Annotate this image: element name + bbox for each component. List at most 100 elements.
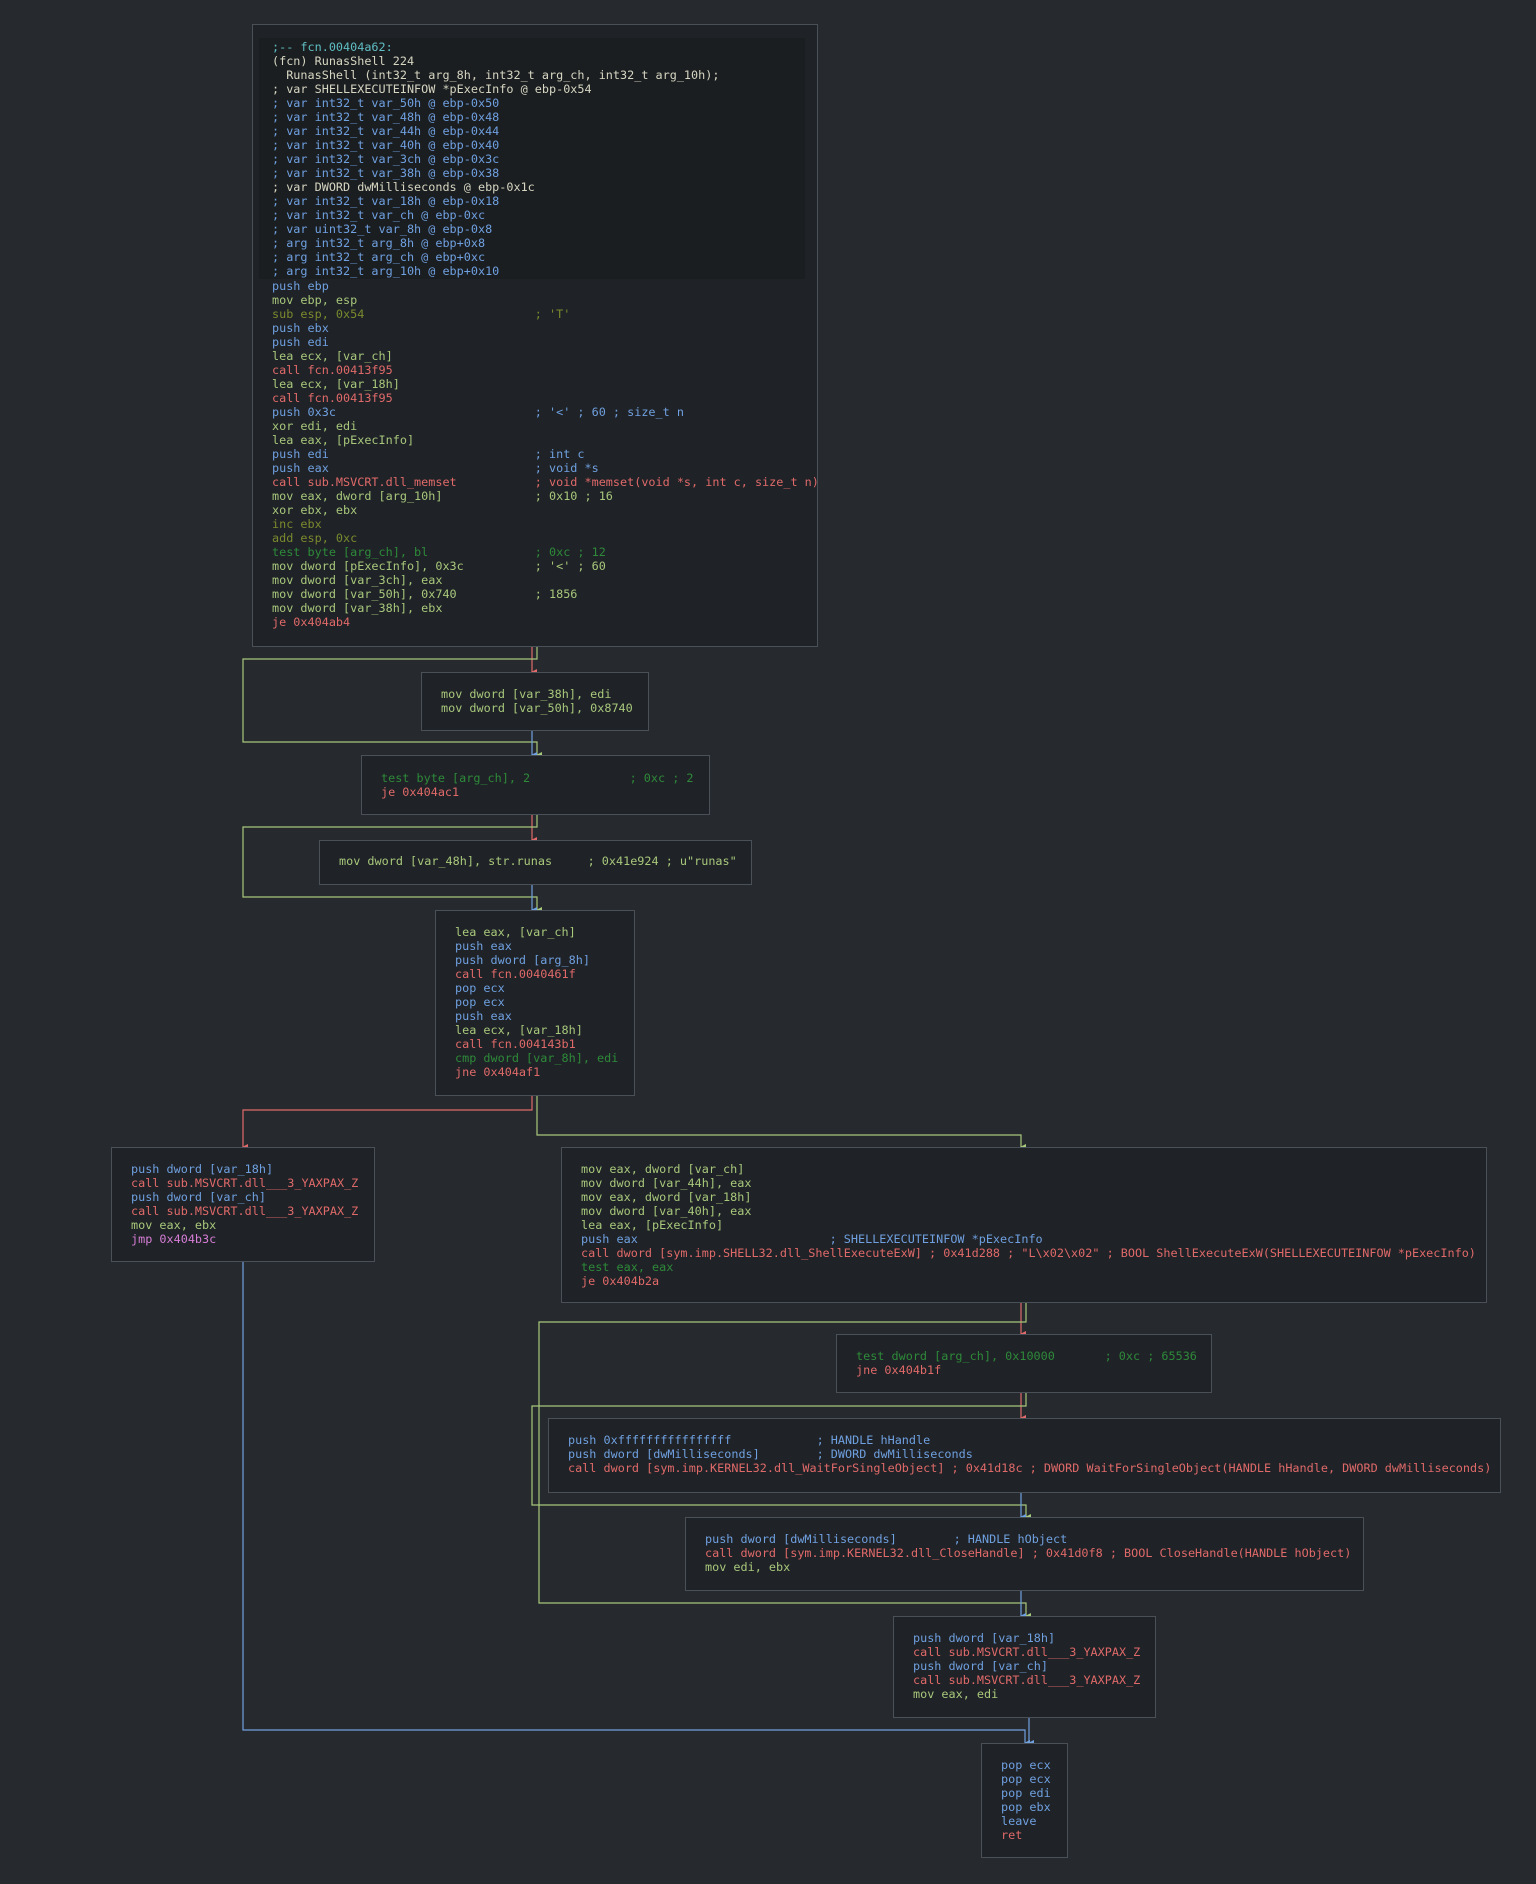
var-decl: ; var int32_t var_ch @ ebp-0xc: [272, 208, 486, 222]
block-test-0x10000[interactable]: test dword [arg_ch], 0x10000 ; 0xc ; 655…: [836, 1334, 1212, 1393]
asm-line[interactable]: push eax: [455, 1009, 634, 1023]
asm-line[interactable]: push dword [dwMilliseconds] ; DWORD dwMi…: [568, 1447, 1500, 1461]
asm-line[interactable]: mov dword [var_40h], eax: [581, 1204, 1486, 1218]
asm-line[interactable]: je 0x404b2a: [581, 1274, 1486, 1288]
asm-line[interactable]: lea eax, [pExecInfo]: [581, 1218, 1486, 1232]
asm-line[interactable]: push ebx: [272, 321, 805, 335]
asm-line[interactable]: lea ecx, [var_ch]: [272, 349, 805, 363]
asm-line[interactable]: push dword [var_18h]: [913, 1631, 1155, 1645]
function-header: ;-- fcn.00404a62: (fcn) RunasShell 224 R…: [259, 38, 805, 279]
asm-line[interactable]: lea ecx, [var_18h]: [272, 377, 805, 391]
asm-line[interactable]: call fcn.004143b1: [455, 1037, 634, 1051]
block-fail-cleanup[interactable]: push dword [var_18h] call sub.MSVCRT.dll…: [111, 1147, 375, 1262]
block-epilogue[interactable]: pop ecx pop ecx pop edi pop ebx leave re…: [981, 1743, 1068, 1858]
arg-decl: ; arg int32_t arg_8h @ ebp+0x8: [272, 236, 486, 250]
var-decl: ; var int32_t var_44h @ ebp-0x44: [272, 124, 500, 138]
asm-line[interactable]: xor edi, edi: [272, 419, 805, 433]
fcn-signature-line: RunasShell (int32_t arg_8h, int32_t arg_…: [272, 68, 720, 82]
asm-line[interactable]: mov dword [var_50h], 0x740 ; 1856: [272, 587, 805, 601]
asm-line[interactable]: test byte [arg_ch], 2 ; 0xc ; 2: [381, 771, 709, 785]
edge-b5-to-fail: [242, 1096, 533, 1150]
asm-line[interactable]: sub esp, 0x54 ; 'T': [272, 307, 805, 321]
asm-line[interactable]: ret: [1001, 1828, 1067, 1842]
asm-line[interactable]: jmp 0x404b3c: [131, 1232, 374, 1246]
block-waitforsingleobject[interactable]: push 0xffffffffffffffff ; HANDLE hHandle…: [548, 1418, 1501, 1493]
var-decl: ; var int32_t var_18h @ ebp-0x18: [272, 194, 500, 208]
asm-line[interactable]: push ebp: [272, 279, 805, 293]
asm-line[interactable]: mov eax, ebx: [131, 1218, 374, 1232]
asm-line[interactable]: call sub.MSVCRT.dll_memset ; void *memse…: [272, 475, 819, 489]
block-str-runas[interactable]: mov dword [var_48h], str.runas ; 0x41e92…: [319, 840, 752, 885]
asm-line[interactable]: pop ecx: [455, 995, 634, 1009]
asm-line[interactable]: call sub.MSVCRT.dll___3_YAXPAX_Z: [131, 1204, 374, 1218]
asm-line[interactable]: mov dword [var_3ch], eax: [272, 573, 805, 587]
asm-line[interactable]: call dword [sym.imp.SHELL32.dll_ShellExe…: [581, 1246, 1486, 1260]
label-line: ;-- fcn.00404a62:: [272, 40, 393, 54]
asm-line[interactable]: leave: [1001, 1814, 1067, 1828]
asm-line[interactable]: call sub.MSVCRT.dll___3_YAXPAX_Z: [913, 1645, 1155, 1659]
asm-line[interactable]: jne 0x404af1: [455, 1065, 634, 1079]
asm-line[interactable]: call sub.MSVCRT.dll___3_YAXPAX_Z: [131, 1176, 374, 1190]
asm-line[interactable]: call sub.MSVCRT.dll___3_YAXPAX_Z: [913, 1673, 1155, 1687]
asm-line[interactable]: jne 0x404b1f: [856, 1363, 1211, 1377]
asm-line[interactable]: test eax, eax: [581, 1260, 1486, 1274]
asm-line[interactable]: cmp dword [var_8h], edi: [455, 1051, 634, 1065]
asm-line[interactable]: push edi: [272, 335, 805, 349]
block-shellexecute[interactable]: mov eax, dword [var_ch] mov dword [var_4…: [561, 1147, 1487, 1303]
asm-line[interactable]: call fcn.00413f95: [272, 391, 805, 405]
var-decl: ; var int32_t var_48h @ ebp-0x48: [272, 110, 500, 124]
asm-line[interactable]: pop ecx: [1001, 1772, 1067, 1786]
asm-line[interactable]: push dword [dwMilliseconds] ; HANDLE hOb…: [705, 1532, 1363, 1546]
asm-line[interactable]: je 0x404ab4: [272, 615, 805, 629]
block-fcn-00404a62[interactable]: ;-- fcn.00404a62: (fcn) RunasShell 224 R…: [252, 24, 819, 647]
asm-line[interactable]: mov dword [var_50h], 0x8740: [441, 701, 648, 715]
asm-line[interactable]: push eax ; void *s: [272, 461, 805, 475]
block-set-var38-var50[interactable]: mov dword [var_38h], edi mov dword [var_…: [421, 672, 649, 731]
edge-b5-to-shellexec: [536, 1096, 1026, 1150]
asm-line[interactable]: push dword [var_ch]: [913, 1659, 1155, 1673]
asm-line[interactable]: mov eax, dword [var_ch]: [581, 1162, 1486, 1176]
asm-line[interactable]: mov eax, dword [var_18h]: [581, 1190, 1486, 1204]
asm-line[interactable]: mov dword [var_38h], edi: [441, 687, 648, 701]
asm-line[interactable]: mov eax, dword [arg_10h] ; 0x10 ; 16: [272, 489, 805, 503]
asm-line[interactable]: pop edi: [1001, 1786, 1067, 1800]
asm-line[interactable]: push eax ; SHELLEXECUTEINFOW *pExecInfo: [581, 1232, 1486, 1246]
asm-line[interactable]: mov edi, ebx: [705, 1560, 1363, 1574]
asm-line[interactable]: mov eax, edi: [913, 1687, 1155, 1701]
block-call-0040461f[interactable]: lea eax, [var_ch] push eax push dword [a…: [435, 910, 635, 1096]
asm-line[interactable]: mov dword [pExecInfo], 0x3c ; '<' ; 60: [272, 559, 805, 573]
asm-line[interactable]: mov ebp, esp: [272, 293, 805, 307]
var-decl: ; var SHELLEXECUTEINFOW *pExecInfo @ ebp…: [272, 82, 592, 96]
asm-line[interactable]: mov dword [var_38h], ebx: [272, 601, 805, 615]
asm-line[interactable]: push dword [var_18h]: [131, 1162, 374, 1176]
asm-line[interactable]: test dword [arg_ch], 0x10000 ; 0xc ; 655…: [856, 1349, 1211, 1363]
asm-line[interactable]: call fcn.0040461f: [455, 967, 634, 981]
asm-line[interactable]: push dword [var_ch]: [131, 1190, 374, 1204]
block-test-arg-ch-2[interactable]: test byte [arg_ch], 2 ; 0xc ; 2 je 0x404…: [361, 755, 710, 815]
asm-line[interactable]: lea ecx, [var_18h]: [455, 1023, 634, 1037]
block-success-cleanup[interactable]: push dword [var_18h] call sub.MSVCRT.dll…: [893, 1616, 1156, 1718]
asm-line[interactable]: push 0xffffffffffffffff ; HANDLE hHandle: [568, 1433, 1500, 1447]
asm-line[interactable]: test byte [arg_ch], bl ; 0xc ; 12: [272, 545, 805, 559]
asm-line[interactable]: push eax: [455, 939, 634, 953]
asm-line[interactable]: push edi ; int c: [272, 447, 805, 461]
asm-line[interactable]: add esp, 0xc: [272, 531, 805, 545]
asm-line[interactable]: lea eax, [var_ch]: [455, 925, 634, 939]
asm-line[interactable]: pop ebx: [1001, 1800, 1067, 1814]
asm-line[interactable]: je 0x404ac1: [381, 785, 709, 799]
asm-line[interactable]: mov dword [var_48h], str.runas ; 0x41e92…: [339, 854, 751, 868]
asm-line[interactable]: call dword [sym.imp.KERNEL32.dll_WaitFor…: [568, 1461, 1500, 1475]
asm-line[interactable]: push dword [arg_8h]: [455, 953, 634, 967]
asm-line[interactable]: mov dword [var_44h], eax: [581, 1176, 1486, 1190]
asm-line[interactable]: pop ecx: [455, 981, 634, 995]
asm-line[interactable]: call fcn.00413f95: [272, 363, 805, 377]
fcn-summary-line: (fcn) RunasShell 224: [272, 54, 415, 68]
block-closehandle[interactable]: push dword [dwMilliseconds] ; HANDLE hOb…: [685, 1517, 1364, 1591]
var-decl: ; var uint32_t var_8h @ ebp-0x8: [272, 222, 493, 236]
asm-line[interactable]: xor ebx, ebx: [272, 503, 805, 517]
asm-line[interactable]: lea eax, [pExecInfo]: [272, 433, 805, 447]
asm-line[interactable]: pop ecx: [1001, 1758, 1067, 1772]
asm-line[interactable]: push 0x3c ; '<' ; 60 ; size_t n: [272, 405, 805, 419]
asm-line[interactable]: inc ebx: [272, 517, 805, 531]
asm-line[interactable]: call dword [sym.imp.KERNEL32.dll_CloseHa…: [705, 1546, 1363, 1560]
